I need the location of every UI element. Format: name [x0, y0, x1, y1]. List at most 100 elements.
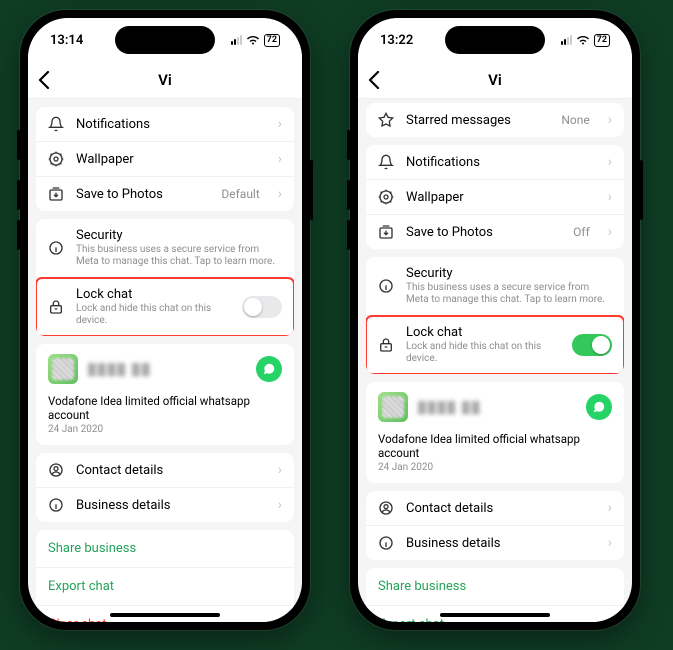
back-icon[interactable] [368, 71, 380, 89]
notifications-label: Notifications [406, 155, 596, 170]
wallpaper-row[interactable]: Wallpaper › [366, 180, 624, 215]
chevron-right-icon: › [608, 112, 612, 128]
business-date: 24 Jan 2020 [366, 462, 624, 483]
save-photos-row[interactable]: Save to Photos Default › [36, 177, 294, 211]
business-desc: Vodafone Idea limited official whatsapp … [36, 394, 294, 424]
battery-icon: 72 [594, 34, 610, 47]
wallpaper-row[interactable]: Wallpaper › [36, 142, 294, 177]
settings-group-1: Notifications › Wallpaper › Save to Phot… [36, 107, 294, 211]
security-sub: This business uses a secure service from… [406, 282, 612, 306]
business-card: ████ ██ Vodafone Idea limited official w… [36, 344, 294, 445]
home-indicator[interactable] [110, 613, 220, 617]
lock-toggle[interactable] [242, 296, 282, 318]
lock-label: Lock chat [76, 287, 230, 302]
info-icon [48, 240, 64, 256]
security-label: Security [406, 266, 612, 281]
save-photos-label: Save to Photos [76, 187, 209, 202]
chevron-right-icon: › [608, 500, 612, 516]
save-photos-row[interactable]: Save to Photos Off › [366, 215, 624, 249]
chevron-right-icon: › [608, 189, 612, 205]
home-indicator[interactable] [440, 613, 550, 617]
phone-frame-left: 13:14 72 Vi Notifica [20, 10, 310, 630]
chevron-right-icon: › [608, 154, 612, 170]
info-icon [378, 278, 394, 294]
bell-icon [48, 116, 64, 132]
security-group: Security This business uses a secure ser… [36, 219, 294, 336]
chat-bubble-icon[interactable] [256, 356, 282, 382]
details-group: Contact details › Business details › [36, 453, 294, 522]
save-photos-label: Save to Photos [406, 225, 561, 240]
security-label: Security [76, 228, 282, 243]
screen: 13:14 72 Vi Notifica [28, 18, 302, 622]
share-business-button[interactable]: Share business [366, 568, 624, 606]
status-time: 13:14 [50, 33, 83, 48]
business-details-row[interactable]: Business details › [366, 526, 624, 560]
person-icon [48, 462, 64, 478]
info-icon [378, 535, 394, 551]
business-date: 24 Jan 2020 [36, 424, 294, 445]
starred-row[interactable]: Starred messages None › [366, 103, 624, 137]
starred-value: None [561, 113, 589, 127]
wifi-icon [246, 35, 260, 45]
settings-group-1: Notifications › Wallpaper › Save to Phot… [366, 145, 624, 249]
business-details-label: Business details [76, 498, 266, 513]
content-scroll[interactable]: Notifications › Wallpaper › Save to Phot… [28, 99, 302, 622]
save-photos-value: Default [221, 187, 259, 201]
phone-frame-right: 13:22 72 Vi Starred [350, 10, 640, 630]
dynamic-island [115, 26, 215, 54]
star-icon [378, 112, 394, 128]
chevron-right-icon: › [608, 535, 612, 551]
business-name-blurred: ████ ██ [418, 401, 576, 414]
security-row[interactable]: Security This business uses a secure ser… [36, 219, 294, 278]
security-group: Security This business uses a secure ser… [366, 257, 624, 374]
business-card: ████ ██ Vodafone Idea limited official w… [366, 382, 624, 483]
person-icon [378, 500, 394, 516]
back-icon[interactable] [38, 71, 50, 89]
chevron-right-icon: › [278, 116, 282, 132]
wallpaper-label: Wallpaper [406, 190, 596, 205]
info-icon [48, 497, 64, 513]
wifi-icon [576, 35, 590, 45]
contact-details-row[interactable]: Contact details › [366, 491, 624, 526]
chat-bubble-icon[interactable] [586, 394, 612, 420]
nav-header: Vi [358, 62, 632, 99]
lock-chat-row[interactable]: Lock chat Lock and hide this chat on thi… [366, 316, 624, 374]
bell-icon [378, 154, 394, 170]
save-photos-value: Off [573, 225, 590, 239]
notifications-row[interactable]: Notifications › [366, 145, 624, 180]
dynamic-island [445, 26, 545, 54]
notifications-label: Notifications [76, 117, 266, 132]
wallpaper-icon [48, 151, 64, 167]
lock-label: Lock chat [406, 325, 560, 340]
lock-icon [48, 299, 64, 315]
chevron-right-icon: › [278, 462, 282, 478]
security-row[interactable]: Security This business uses a secure ser… [366, 257, 624, 316]
chevron-right-icon: › [608, 224, 612, 240]
save-icon [378, 224, 394, 240]
contact-details-row[interactable]: Contact details › [36, 453, 294, 488]
save-icon [48, 186, 64, 202]
chevron-right-icon: › [278, 497, 282, 513]
lock-sub: Lock and hide this chat on this device. [406, 341, 560, 365]
starred-label: Starred messages [406, 113, 549, 128]
content-scroll[interactable]: Starred messages None › Notifications › … [358, 99, 632, 622]
contact-details-label: Contact details [76, 463, 266, 478]
details-group: Contact details › Business details › [366, 491, 624, 560]
business-avatar [48, 354, 78, 384]
lock-chat-row[interactable]: Lock chat Lock and hide this chat on thi… [36, 278, 294, 336]
signal-icon [561, 35, 572, 45]
lock-toggle[interactable] [572, 334, 612, 356]
actions-group-1: Share business Export chat Clear chat [36, 530, 294, 622]
nav-header: Vi [28, 62, 302, 99]
business-details-row[interactable]: Business details › [36, 488, 294, 522]
wallpaper-icon [378, 189, 394, 205]
notifications-row[interactable]: Notifications › [36, 107, 294, 142]
business-name-blurred: ████ ██ [88, 363, 246, 376]
security-sub: This business uses a secure service from… [76, 244, 282, 268]
share-business-button[interactable]: Share business [36, 530, 294, 568]
business-details-label: Business details [406, 536, 596, 551]
page-title: Vi [158, 71, 172, 89]
status-time: 13:22 [380, 33, 413, 48]
starred-group: Starred messages None › [366, 103, 624, 137]
export-chat-button[interactable]: Export chat [36, 568, 294, 606]
